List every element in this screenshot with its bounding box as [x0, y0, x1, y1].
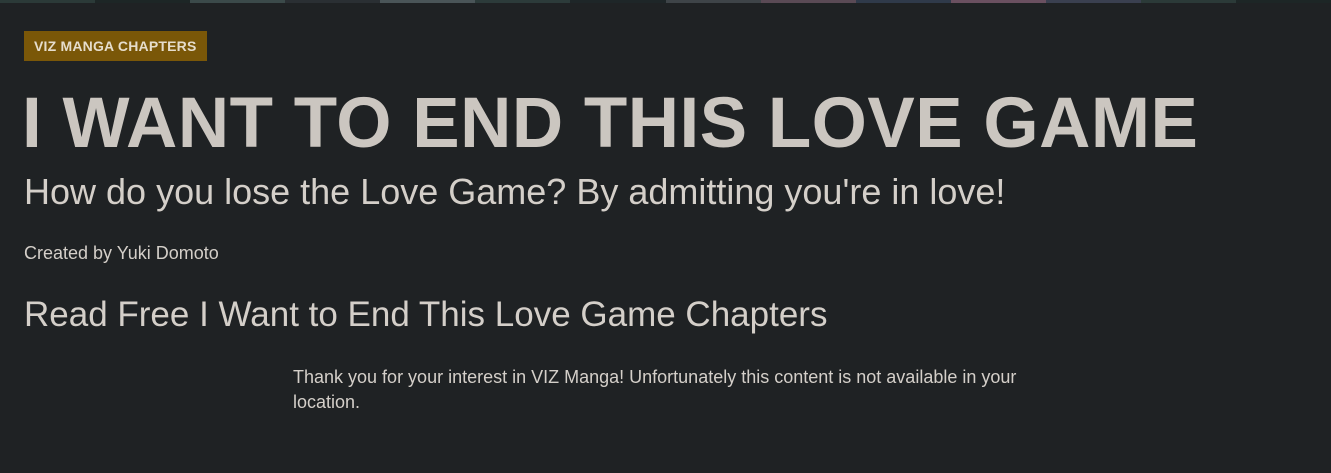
header-image-strip [0, 0, 1331, 3]
category-badge[interactable]: VIZ MANGA CHAPTERS [24, 31, 207, 61]
chapters-heading: Read Free I Want to End This Love Game C… [24, 295, 828, 334]
series-tagline: How do you lose the Love Game? By admitt… [24, 171, 1006, 212]
series-title: I WANT TO END THIS LOVE GAME [22, 84, 1199, 163]
creator-credit: Created by Yuki Domoto [24, 243, 219, 263]
region-unavailable-notice: Thank you for your interest in VIZ Manga… [293, 367, 1017, 412]
